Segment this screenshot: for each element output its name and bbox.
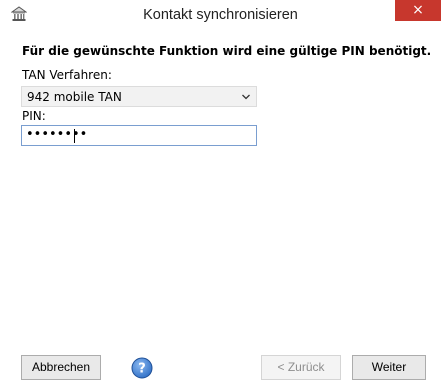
tan-method-label: TAN Verfahren:	[22, 68, 112, 82]
text-caret	[74, 129, 75, 143]
tan-method-select[interactable]: 942 mobile TAN	[21, 86, 257, 107]
tan-method-value: 942 mobile TAN	[27, 90, 122, 104]
pin-field[interactable]: ••••••••	[21, 125, 257, 146]
pin-label: PIN:	[22, 109, 46, 123]
close-button[interactable]: ×	[395, 0, 441, 21]
pin-masked-value: ••••••••	[26, 127, 88, 142]
cancel-button[interactable]: Abbrechen	[21, 355, 101, 380]
window-title: Kontakt synchronisieren	[143, 7, 298, 23]
next-button[interactable]: Weiter	[352, 355, 426, 380]
chevron-down-icon	[242, 94, 250, 100]
help-icon[interactable]: ?	[131, 357, 153, 379]
back-button[interactable]: < Zurück	[261, 355, 341, 380]
pin-required-heading: Für die gewünschte Funktion wird eine gü…	[22, 44, 432, 58]
svg-text:?: ?	[138, 362, 146, 377]
title-bar: Kontakt synchronisieren ×	[0, 0, 441, 30]
